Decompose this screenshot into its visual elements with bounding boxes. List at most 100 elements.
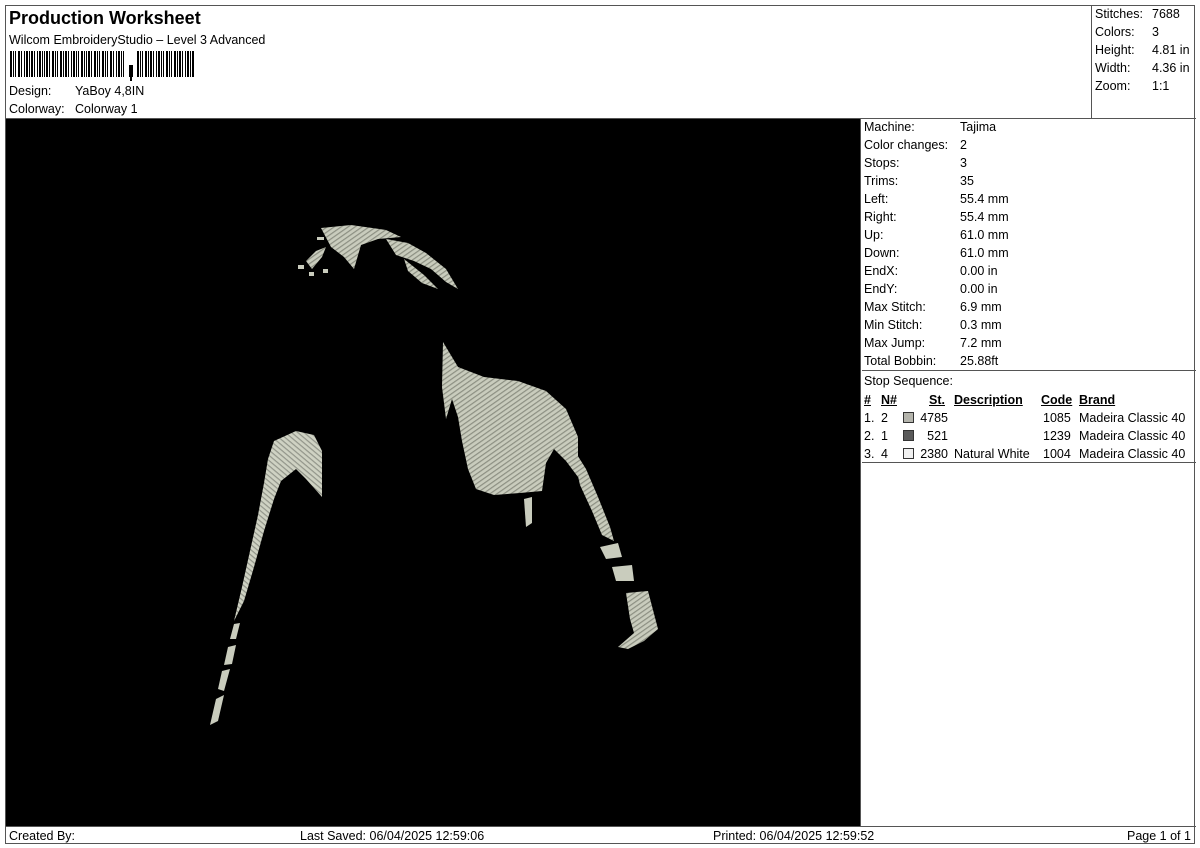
software-subtitle: Wilcom EmbroideryStudio – Level 3 Advanc… (9, 33, 266, 47)
artwork-right-piece (442, 342, 658, 649)
param-endy: EndY: 0.00 in (864, 282, 998, 296)
stop-row-code: 1239 (1043, 429, 1071, 443)
param-label: Machine: (864, 120, 915, 134)
production-worksheet: Production Worksheet Wilcom EmbroiderySt… (5, 5, 1196, 845)
stitches-label: Stitches: (1095, 7, 1143, 21)
width-label: Width: (1095, 61, 1131, 75)
param-value: 0.00 in (960, 264, 998, 278)
param-label: Min Stitch: (864, 318, 923, 332)
page-number: Page 1 of 1 (1127, 829, 1191, 843)
colorway-value: Colorway 1 (75, 102, 138, 116)
height-row: Height: 4.81 in (1095, 43, 1190, 57)
zoom-value: 1:1 (1152, 79, 1170, 93)
stop-sequence-title: Stop Sequence: (864, 374, 953, 388)
param-label: Max Jump: (864, 336, 926, 350)
stop-row-brand: Madeira Classic 40 (1079, 447, 1186, 461)
stop-row-stitches: 4785 (920, 411, 948, 425)
stitches-value: 7688 (1152, 7, 1180, 21)
param-label: Color changes: (864, 138, 949, 152)
param-value: 61.0 mm (960, 246, 1009, 260)
design-preview (6, 119, 861, 826)
col-header-needle: N# (881, 393, 897, 407)
param-value: 61.0 mm (960, 228, 1009, 242)
colors-row: Colors: 3 (1095, 25, 1159, 39)
param-max-jump: Max Jump: 7.2 mm (864, 336, 1002, 350)
thread-color-swatch (903, 430, 914, 441)
colors-label: Colors: (1095, 25, 1135, 39)
param-value: 0.3 mm (960, 318, 1002, 332)
param-max-stitch: Max Stitch: 6.9 mm (864, 300, 1002, 314)
param-value: Tajima (960, 120, 997, 134)
param-label: Stops: (864, 156, 900, 170)
param-label: Left: (864, 192, 889, 206)
col-header-stitches: St. (929, 393, 945, 407)
param-value: 0.00 in (960, 282, 998, 296)
stop-row-num: 2. (864, 429, 875, 443)
machine-info-panel: Machine: Tajima Color changes: 2 Stops: 3 T… (862, 119, 1196, 826)
param-total-bobbin: Total Bobbin: 25.88ft (864, 354, 998, 368)
param-color-changes: Color changes: 2 (864, 138, 967, 152)
zoom-row: Zoom: 1:1 (1095, 79, 1169, 93)
design-value: YaBoy 4,8IN (75, 84, 145, 98)
worksheet-header: Production Worksheet Wilcom EmbroiderySt… (6, 6, 1196, 119)
param-value: 55.4 mm (960, 210, 1009, 224)
zoom-label: Zoom: (1095, 79, 1131, 93)
stop-row-stitches: 521 (927, 429, 948, 443)
barcode-image (10, 51, 194, 81)
page-title: Production Worksheet (9, 8, 201, 28)
param-label: Total Bobbin: (864, 354, 937, 368)
artwork-left-piece (210, 431, 322, 725)
machine-parameters: Machine: Tajima Color changes: 2 Stops: 3 T… (862, 119, 1196, 371)
stop-row-code: 1085 (1043, 411, 1071, 425)
param-stops: Stops: 3 (864, 156, 967, 170)
param-endx: EndX: 0.00 in (864, 264, 998, 278)
stop-row-description: Natural White (954, 447, 1030, 461)
param-value: 2 (960, 138, 967, 152)
stop-sequence: Stop Sequence: # N# St. Description Code… (862, 371, 1196, 463)
thread-color-swatch (903, 448, 914, 459)
param-label: Right: (864, 210, 897, 224)
param-value: 3 (960, 156, 967, 170)
width-row: Width: 4.36 in (1095, 61, 1190, 75)
param-value: 55.4 mm (960, 192, 1009, 206)
embroidery-artwork (210, 225, 658, 725)
param-value: 35 (960, 174, 974, 188)
colors-value: 3 (1152, 25, 1159, 39)
param-right: Right: 55.4 mm (864, 210, 1009, 224)
design-summary: Stitches: 7688 Colors: 3 Height: 4.81 in Wi… (1091, 6, 1196, 119)
col-header-description: Description (954, 393, 1023, 407)
worksheet-footer: Created By: Last Saved: 06/04/2025 12:59… (6, 826, 1196, 845)
param-label: EndX: (864, 264, 899, 278)
stop-row-num: 3. (864, 447, 875, 461)
stop-row-stitches: 2380 (920, 447, 948, 461)
design-row: Design: YaBoy 4,8IN (9, 84, 144, 98)
param-label: EndY: (864, 282, 898, 296)
param-trims: Trims: 35 (864, 174, 974, 188)
printed-date: Printed: 06/04/2025 12:59:52 (713, 829, 875, 843)
stop-row-needle: 1 (881, 429, 888, 443)
design-label: Design: (9, 84, 52, 98)
param-value: 25.88ft (960, 354, 999, 368)
param-up: Up: 61.0 mm (864, 228, 1009, 242)
param-down: Down: 61.0 mm (864, 246, 1009, 260)
colorway-row: Colorway: Colorway 1 (9, 102, 138, 116)
height-value: 4.81 in (1152, 43, 1190, 57)
param-machine: Machine: Tajima (864, 120, 996, 134)
artwork-top-piece (298, 225, 458, 289)
stitches-row: Stitches: 7688 (1095, 7, 1180, 21)
param-min-stitch: Min Stitch: 0.3 mm (864, 318, 1002, 332)
stop-row-brand: Madeira Classic 40 (1079, 411, 1186, 425)
stop-row-num: 1. (864, 411, 875, 425)
last-saved: Last Saved: 06/04/2025 12:59:06 (300, 829, 485, 843)
col-header-brand: Brand (1079, 393, 1116, 407)
thread-color-swatch (903, 412, 914, 423)
colorway-label: Colorway: (9, 102, 65, 116)
col-header-code: Code (1041, 393, 1073, 407)
stop-row-code: 1004 (1043, 447, 1071, 461)
param-label: Up: (864, 228, 884, 242)
param-value: 6.9 mm (960, 300, 1002, 314)
param-label: Down: (864, 246, 900, 260)
param-left: Left: 55.4 mm (864, 192, 1009, 206)
width-value: 4.36 in (1152, 61, 1190, 75)
stop-row-needle: 2 (881, 411, 888, 425)
